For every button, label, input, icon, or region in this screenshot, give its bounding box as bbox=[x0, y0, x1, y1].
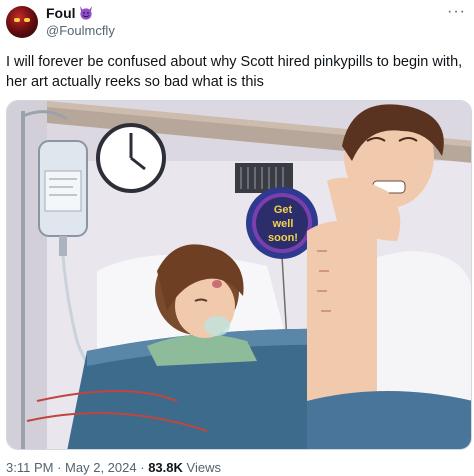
more-options-icon[interactable]: ··· bbox=[447, 3, 466, 21]
balloon-line-2: well bbox=[272, 218, 294, 230]
smiling-devil-emoji-icon bbox=[79, 6, 92, 20]
balloon-line-1: Get bbox=[274, 204, 293, 216]
avatar[interactable] bbox=[6, 6, 38, 38]
tweet-date[interactable]: May 2, 2024 bbox=[65, 460, 137, 475]
hospital-illustration: Get well soon! bbox=[7, 101, 471, 449]
display-name[interactable]: Foul bbox=[46, 5, 94, 22]
tweet-time[interactable]: 3:11 PM bbox=[6, 460, 53, 475]
views-label: Views bbox=[186, 460, 221, 475]
tweet-image[interactable]: Get well soon! bbox=[6, 100, 472, 450]
display-name-text: Foul bbox=[46, 5, 76, 21]
meta-separator: · bbox=[140, 460, 145, 475]
avatar-eye bbox=[14, 18, 20, 22]
tweet-meta: 3:11 PM · May 2, 2024 · 83.8K Views bbox=[6, 460, 221, 476]
balloon-line-3: soon! bbox=[268, 232, 298, 244]
handle[interactable]: @Foulmcfly bbox=[46, 23, 115, 39]
meta-separator: · bbox=[57, 460, 62, 475]
avatar-eye bbox=[24, 18, 30, 22]
views-count[interactable]: 83.8K bbox=[148, 460, 183, 475]
tweet-text: I will forever be confused about why Sco… bbox=[6, 54, 463, 90]
